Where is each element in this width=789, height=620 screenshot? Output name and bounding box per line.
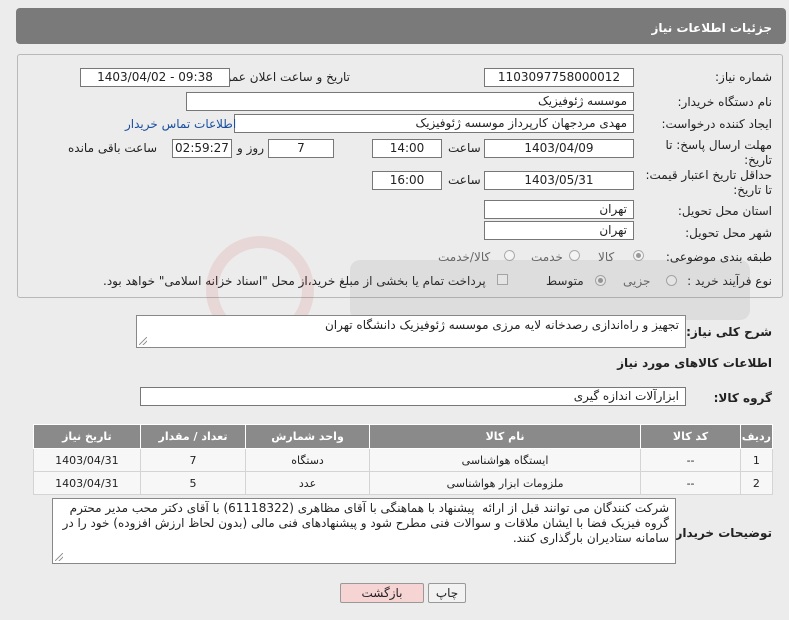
col-date: تاریخ نیاز <box>33 424 141 449</box>
validity-date-field: 1403/05/31 <box>484 171 634 190</box>
cell-row: 1 <box>739 448 774 472</box>
resize-grip-icon[interactable] <box>55 553 63 561</box>
deadline-label: مهلت ارسال پاسخ: تا تاریخ: <box>665 138 772 167</box>
goods-group-field: ابزارآلات اندازه گیری <box>140 387 686 406</box>
category-option-goods-service: کالا/خدمت <box>438 250 491 264</box>
cell-name: ایستگاه هواشناسی <box>368 448 642 472</box>
category-radio-goods-service[interactable] <box>504 250 515 261</box>
page-title: جزئیات اطلاعات نیاز <box>651 21 772 35</box>
remaining-time-field: 02:59:27 <box>172 139 232 158</box>
col-code: کد کالا <box>640 424 741 449</box>
category-option-goods: کالا <box>598 250 615 264</box>
buyer-notes-label: توضیحات خریدار: <box>670 526 772 540</box>
goods-table-header: ردیف کد کالا نام کالا واحد شمارش تعداد /… <box>33 424 774 449</box>
page-header: جزئیات اطلاعات نیاز <box>16 8 786 44</box>
province-label: استان محل تحویل: <box>677 204 772 218</box>
description-textarea[interactable]: تجهیز و راه‌اندازی رصدخانه لایه مرزی موس… <box>136 315 686 348</box>
days-field: 7 <box>268 139 334 158</box>
goods-table: ردیف کد کالا نام کالا واحد شمارش تعداد /… <box>33 424 774 495</box>
process-label: نوع فرآیند خرید : <box>687 274 772 288</box>
city-label: شهر محل تحویل: <box>685 226 772 240</box>
category-label: طبقه بندی موضوعی: <box>665 250 772 264</box>
cell-code: -- <box>640 448 741 472</box>
deadline-time-label: ساعت <box>448 141 481 155</box>
deadline-time-field: 14:00 <box>372 139 442 158</box>
cell-date: 1403/04/31 <box>33 448 141 472</box>
buyer-notes-textarea[interactable]: شرکت کنندگان می توانند قبل از ارائه پیشن… <box>52 498 676 564</box>
goods-group-label: گروه کالا: <box>713 391 772 405</box>
back-button[interactable]: بازگشت <box>340 583 424 603</box>
city-field: تهران <box>484 221 634 240</box>
validity-time-label: ساعت <box>448 173 481 187</box>
buyer-contact-link[interactable]: اطلاعات تماس خریدار <box>125 117 236 131</box>
col-name: نام کالا <box>368 424 642 449</box>
validity-label: حداقل تاریخ اعتبار قیمت: تا تاریخ: <box>645 168 772 197</box>
resize-grip-icon[interactable] <box>139 337 147 345</box>
process-radio-minor[interactable] <box>666 275 677 286</box>
category-radio-goods[interactable] <box>633 250 644 261</box>
cell-unit: دستگاه <box>245 448 370 472</box>
print-button[interactable]: چاپ <box>428 583 466 603</box>
category-option-service: خدمت <box>531 250 563 264</box>
creator-field: مهدی مردجهان کارپرداز موسسه ژئوفیزیک <box>234 114 634 133</box>
remaining-label: ساعت باقی مانده <box>68 141 158 155</box>
cell-qty: 7 <box>139 448 247 472</box>
process-option-minor: جزیی <box>623 274 651 288</box>
province-field: تهران <box>484 200 634 219</box>
cell-unit: عدد <box>245 471 370 495</box>
cell-name: ملزومات ابزار هواشناسی <box>368 471 642 495</box>
treasury-payment-note: پرداخت تمام یا بخشی از مبلغ خرید،از محل … <box>103 274 486 288</box>
days-label: روز و <box>237 141 264 155</box>
cell-qty: 5 <box>139 471 247 495</box>
goods-section-title: اطلاعات کالاهای مورد نیاز <box>617 356 772 370</box>
announce-field: 1403/04/02 - 09:38 <box>80 68 230 87</box>
cell-code: -- <box>640 471 741 495</box>
table-row: 1 -- ایستگاه هواشناسی دستگاه 7 1403/04/3… <box>33 448 774 472</box>
treasury-payment-checkbox[interactable] <box>497 274 508 285</box>
creator-label: ایجاد کننده درخواست: <box>661 117 772 131</box>
deadline-date-field: 1403/04/09 <box>484 139 634 158</box>
process-radio-medium[interactable] <box>595 275 606 286</box>
col-qty: تعداد / مقدار <box>139 424 247 449</box>
process-option-medium: متوسط <box>546 274 584 288</box>
cell-date: 1403/04/31 <box>33 471 141 495</box>
buyer-field: موسسه ژئوفیزیک <box>186 92 634 111</box>
need-number-field: 1103097758000012 <box>484 68 634 87</box>
category-radio-service[interactable] <box>569 250 580 261</box>
buyer-label: نام دستگاه خریدار: <box>677 95 773 109</box>
cell-row: 2 <box>739 471 774 495</box>
col-unit: واحد شمارش <box>245 424 370 449</box>
need-number-label: شماره نیاز: <box>715 70 772 84</box>
col-row: ردیف <box>739 424 774 449</box>
validity-time-field: 16:00 <box>372 171 442 190</box>
description-label: شرح کلی نیاز: <box>686 325 772 339</box>
table-row: 2 -- ملزومات ابزار هواشناسی عدد 5 1403/0… <box>33 471 774 495</box>
